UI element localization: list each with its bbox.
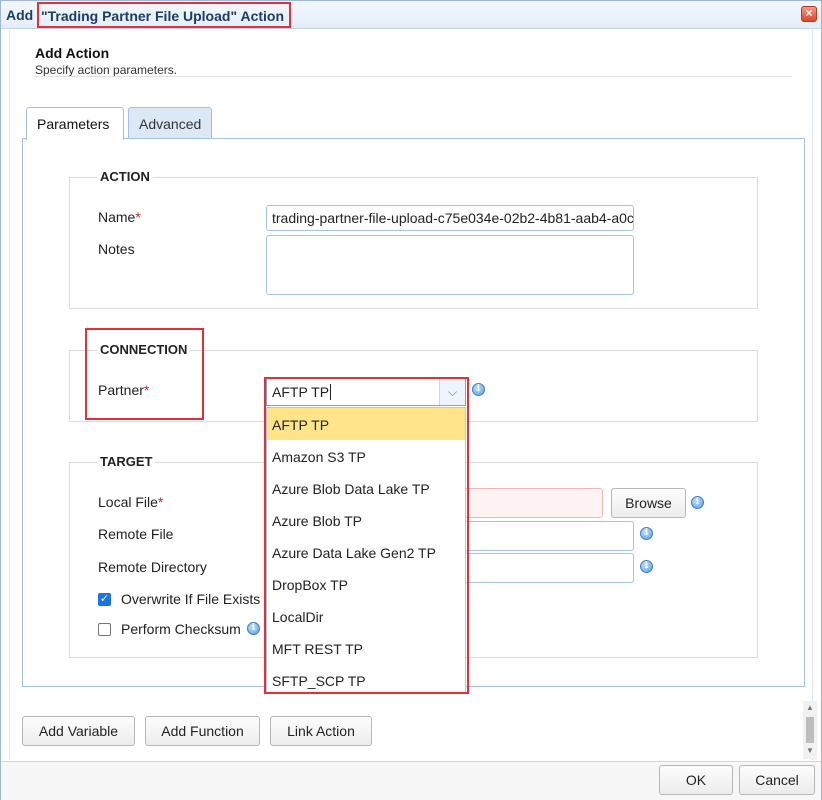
dropdown-highlight-box	[264, 377, 469, 694]
scroll-up-icon[interactable]: ▲	[805, 703, 815, 713]
target-legend: TARGET	[97, 454, 156, 469]
action-legend: ACTION	[97, 169, 153, 184]
add-variable-button[interactable]: Add Variable	[22, 716, 135, 746]
notes-textarea[interactable]	[266, 235, 634, 295]
remote-directory-info-icon[interactable]: i	[640, 560, 653, 573]
close-icon[interactable]: ×	[801, 6, 817, 22]
checksum-checkbox[interactable]	[98, 623, 111, 636]
scrollbar[interactable]: ▲ ▼	[803, 701, 817, 759]
partner-info-icon[interactable]: i	[472, 383, 485, 396]
local-file-label: Local File*	[98, 494, 164, 510]
scroll-down-icon[interactable]: ▼	[805, 746, 815, 756]
scroll-thumb[interactable]	[806, 717, 814, 743]
local-file-info-icon[interactable]: i	[691, 496, 704, 509]
ok-button[interactable]: OK	[659, 765, 733, 795]
remote-file-label: Remote File	[98, 526, 174, 542]
title-prefix: Add	[6, 7, 34, 23]
title-bar: Add "Trading Partner File Upload" Action…	[1, 1, 821, 29]
remote-directory-label: Remote Directory	[98, 559, 207, 575]
header-divider	[35, 76, 791, 77]
cancel-button[interactable]: Cancel	[739, 765, 815, 795]
link-action-button[interactable]: Link Action	[270, 716, 372, 746]
overwrite-label: Overwrite If File Exists	[121, 591, 261, 607]
overwrite-checkbox[interactable]: ✓	[98, 593, 111, 606]
browse-button[interactable]: Browse	[611, 488, 686, 518]
add-function-button[interactable]: Add Function	[145, 716, 260, 746]
remote-file-info-icon[interactable]: i	[640, 527, 653, 540]
name-input[interactable]: trading-partner-file-upload-c75e034e-02b…	[266, 205, 634, 231]
add-action-dialog: Add "Trading Partner File Upload" Action…	[0, 0, 822, 800]
page-title: Add Action	[35, 45, 110, 61]
connection-highlight-box	[85, 328, 204, 420]
tab-parameters[interactable]: Parameters	[26, 107, 124, 140]
checksum-label: Perform Checksum	[121, 621, 241, 637]
partner-label: Partner*	[98, 382, 150, 398]
name-label: Name*	[98, 209, 141, 225]
title-action-name: "Trading Partner File Upload" Action	[37, 2, 292, 28]
page-subtitle: Specify action parameters.	[35, 63, 178, 77]
notes-label: Notes	[98, 241, 135, 257]
checksum-info-icon[interactable]: i	[247, 622, 260, 635]
tab-advanced[interactable]: Advanced	[128, 107, 212, 139]
